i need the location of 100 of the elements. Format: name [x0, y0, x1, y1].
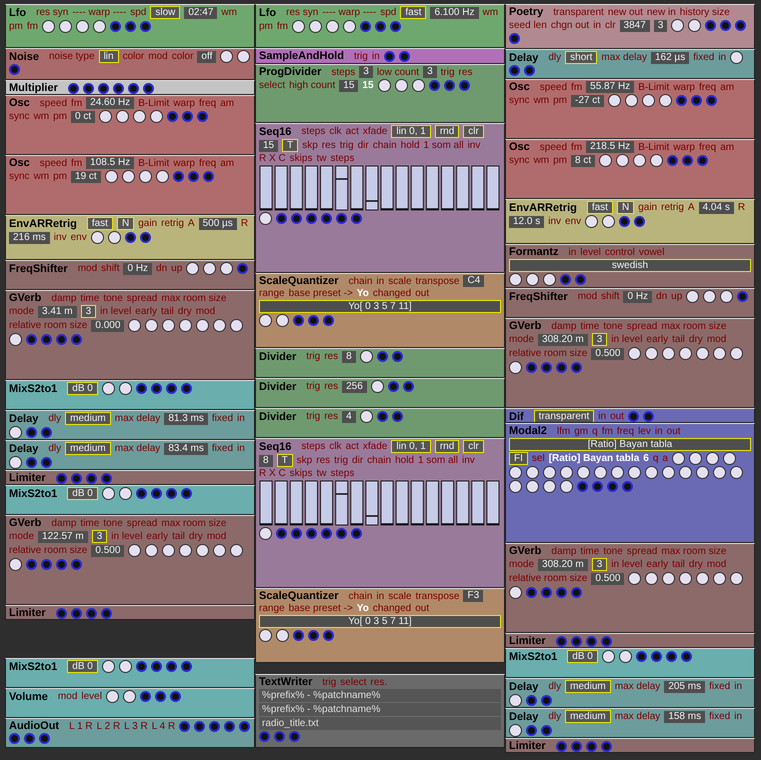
- jack-socket[interactable]: [398, 50, 410, 62]
- jack-socket[interactable]: [179, 720, 190, 732]
- knob[interactable]: [259, 212, 272, 225]
- jack-socket[interactable]: [619, 216, 630, 227]
- jack-socket[interactable]: [705, 20, 716, 31]
- selector-button[interactable]: fast: [400, 6, 426, 19]
- jack-socket[interactable]: [128, 82, 139, 94]
- knob[interactable]: [509, 586, 522, 599]
- jack-socket[interactable]: [142, 82, 154, 94]
- jack-socket[interactable]: [375, 21, 386, 32]
- jack-socket[interactable]: [680, 651, 692, 662]
- selector-button[interactable]: fast: [86, 217, 113, 230]
- knob[interactable]: [118, 660, 132, 673]
- selector-button[interactable]: medium: [65, 442, 111, 455]
- selector-button[interactable]: fast: [586, 201, 613, 214]
- knob[interactable]: [659, 94, 672, 107]
- knob[interactable]: [679, 572, 692, 585]
- knob[interactable]: [150, 110, 164, 123]
- knob[interactable]: [237, 50, 250, 63]
- jack-socket[interactable]: [140, 691, 151, 702]
- selector-button[interactable]: N: [616, 201, 634, 214]
- knob[interactable]: [145, 319, 158, 332]
- knob[interactable]: [412, 79, 425, 92]
- knob[interactable]: [722, 452, 736, 465]
- knob[interactable]: [133, 110, 146, 123]
- knob[interactable]: [213, 319, 226, 332]
- knob[interactable]: [509, 361, 522, 374]
- knob[interactable]: [608, 94, 622, 107]
- selector-button[interactable]: slow: [150, 6, 180, 19]
- knob[interactable]: [108, 231, 121, 244]
- preset-selector[interactable]: swedish: [509, 259, 751, 272]
- jack-socket[interactable]: [167, 111, 178, 122]
- jack-socket[interactable]: [697, 155, 708, 166]
- jack-socket[interactable]: [351, 528, 362, 539]
- jack-socket[interactable]: [526, 725, 537, 736]
- knob[interactable]: [90, 231, 104, 244]
- knob[interactable]: [696, 466, 709, 479]
- knob[interactable]: [259, 314, 272, 327]
- jack-socket[interactable]: [41, 457, 52, 468]
- jack-socket[interactable]: [140, 21, 152, 32]
- jack-socket[interactable]: [154, 691, 166, 702]
- jack-socket[interactable]: [650, 651, 662, 662]
- knob[interactable]: [688, 19, 702, 32]
- knob[interactable]: [509, 724, 522, 737]
- knob[interactable]: [662, 466, 675, 479]
- knob[interactable]: [628, 572, 642, 585]
- jack-socket[interactable]: [388, 381, 399, 392]
- selector-button[interactable]: 3: [92, 530, 108, 543]
- selector-button[interactable]: 3: [80, 305, 96, 318]
- jack-socket[interactable]: [182, 111, 194, 122]
- jack-socket[interactable]: [166, 383, 177, 394]
- selector-button[interactable]: rnd: [434, 440, 460, 453]
- jack-socket[interactable]: [172, 171, 184, 182]
- jack-socket[interactable]: [9, 733, 20, 744]
- jack-socket[interactable]: [360, 21, 372, 32]
- knob[interactable]: [106, 690, 119, 703]
- jack-socket[interactable]: [306, 213, 317, 224]
- knob[interactable]: [259, 527, 272, 540]
- selector-button[interactable]: FI: [509, 452, 528, 465]
- knob[interactable]: [360, 410, 373, 423]
- jack-socket[interactable]: [39, 733, 50, 744]
- knob[interactable]: [599, 154, 612, 167]
- knob[interactable]: [543, 273, 556, 286]
- knob[interactable]: [59, 20, 72, 33]
- jack-socket[interactable]: [209, 720, 220, 732]
- knob[interactable]: [9, 558, 22, 571]
- selector-button[interactable]: medium: [565, 680, 611, 693]
- knob[interactable]: [602, 215, 616, 228]
- jack-socket[interactable]: [526, 695, 537, 706]
- knob[interactable]: [560, 466, 573, 479]
- jack-socket[interactable]: [323, 630, 334, 641]
- knob[interactable]: [730, 572, 744, 585]
- selector-button[interactable]: dB 0: [67, 660, 98, 673]
- selector-button[interactable]: medium: [565, 710, 611, 723]
- jack-socket[interactable]: [224, 720, 236, 732]
- jack-socket[interactable]: [9, 64, 20, 75]
- knob[interactable]: [645, 572, 658, 585]
- selector-button[interactable]: medium: [65, 412, 111, 425]
- jack-socket[interactable]: [276, 213, 287, 224]
- knob[interactable]: [706, 452, 719, 465]
- jack-socket[interactable]: [682, 155, 694, 166]
- jack-socket[interactable]: [150, 488, 162, 499]
- jack-socket[interactable]: [180, 661, 192, 672]
- jack-socket[interactable]: [735, 20, 746, 31]
- knob[interactable]: [594, 466, 607, 479]
- selector-button[interactable]: short: [565, 51, 598, 64]
- jack-socket[interactable]: [541, 695, 552, 706]
- knob[interactable]: [230, 544, 244, 557]
- knob[interactable]: [179, 544, 192, 557]
- jack-socket[interactable]: [170, 691, 181, 702]
- jack-socket[interactable]: [194, 720, 206, 732]
- knob[interactable]: [526, 480, 539, 493]
- knob[interactable]: [650, 154, 664, 167]
- jack-socket[interactable]: [524, 65, 535, 76]
- preset-selector[interactable]: Yo[ 0 3 5 7 11]: [259, 300, 501, 313]
- knob[interactable]: [230, 319, 244, 332]
- jack-socket[interactable]: [428, 80, 440, 91]
- jack-socket[interactable]: [293, 315, 304, 326]
- knob[interactable]: [213, 544, 226, 557]
- knob[interactable]: [99, 110, 112, 123]
